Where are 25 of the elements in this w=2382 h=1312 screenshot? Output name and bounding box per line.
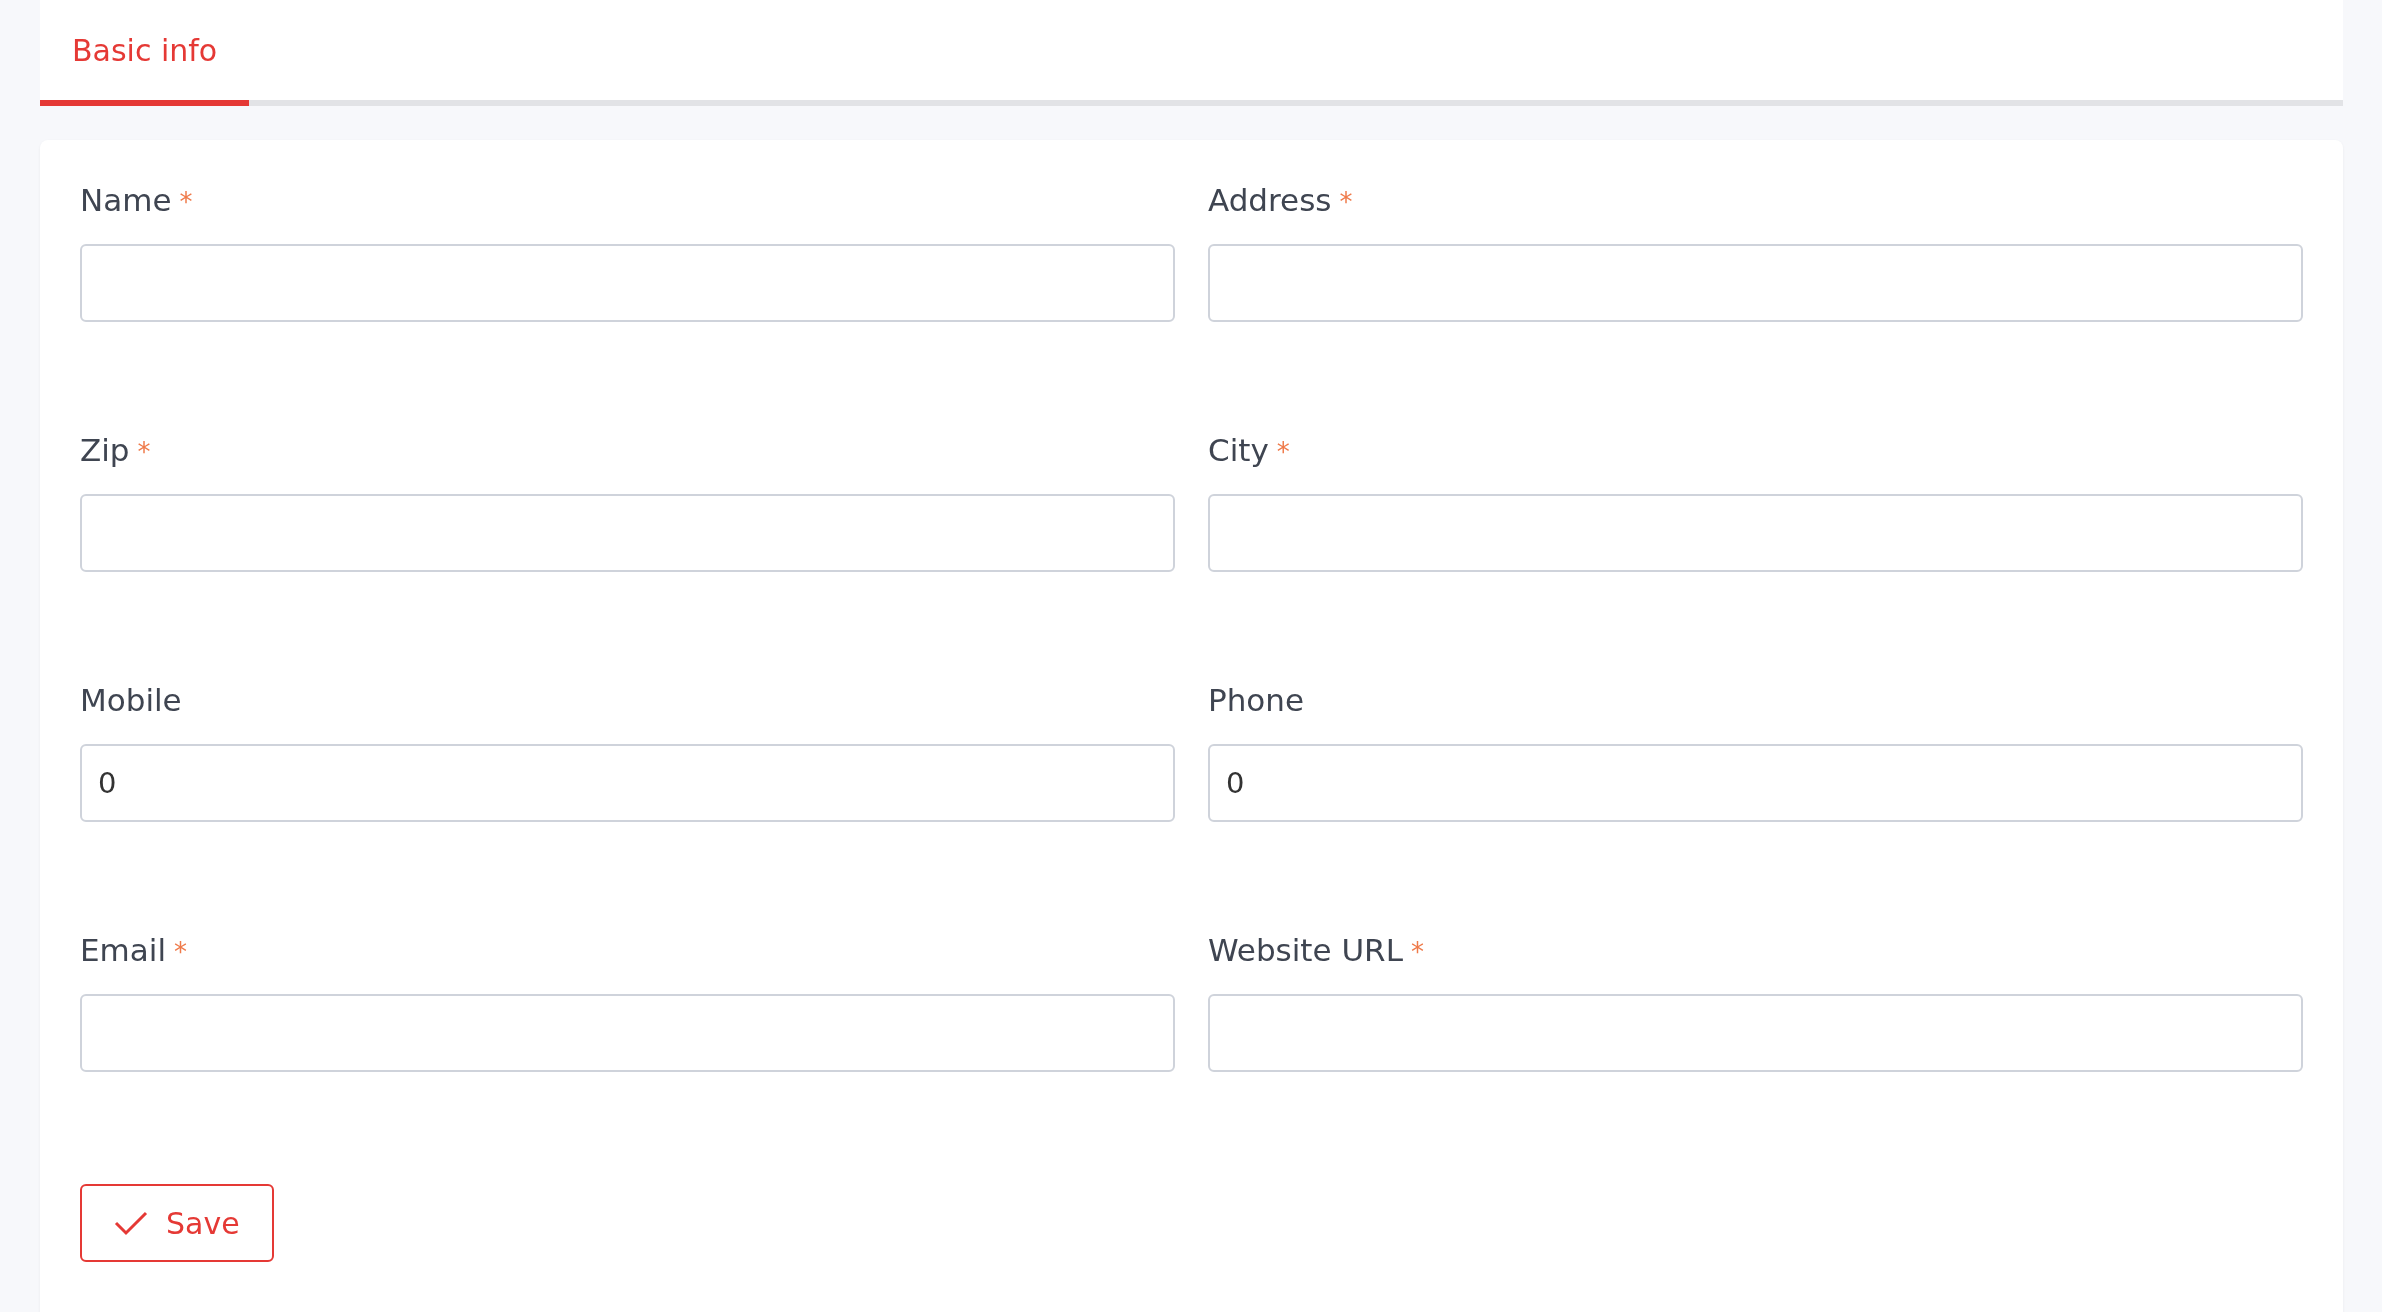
check-icon xyxy=(114,1210,148,1236)
required-mark: * xyxy=(1410,937,1424,967)
input-field[interactable]: 0 xyxy=(80,744,1175,822)
field-label: Phone xyxy=(1208,682,1305,718)
required-mark: * xyxy=(1276,437,1290,467)
required-mark: * xyxy=(179,187,193,217)
field-label: Mobile xyxy=(80,682,182,718)
field-label: Address xyxy=(1208,182,1332,218)
input-field[interactable] xyxy=(80,244,1175,322)
required-mark: * xyxy=(137,437,151,467)
tab[interactable]: Basic info xyxy=(40,0,250,106)
field-label: Email xyxy=(80,932,166,968)
required-mark: * xyxy=(174,937,187,967)
input-field[interactable] xyxy=(80,994,1175,1072)
input-field[interactable] xyxy=(1208,244,2303,322)
field-label: Zip xyxy=(80,432,130,468)
field-label: City xyxy=(1208,432,1269,468)
field-label: Website URL xyxy=(1208,932,1403,968)
input-field[interactable] xyxy=(80,494,1175,572)
input-field[interactable]: 0 xyxy=(1208,744,2303,822)
required-mark: * xyxy=(1339,187,1353,217)
field-label: Name xyxy=(80,182,172,218)
input-field[interactable] xyxy=(1208,494,2303,572)
input-field[interactable] xyxy=(1208,994,2303,1072)
save-button[interactable]: Save xyxy=(80,1184,274,1262)
